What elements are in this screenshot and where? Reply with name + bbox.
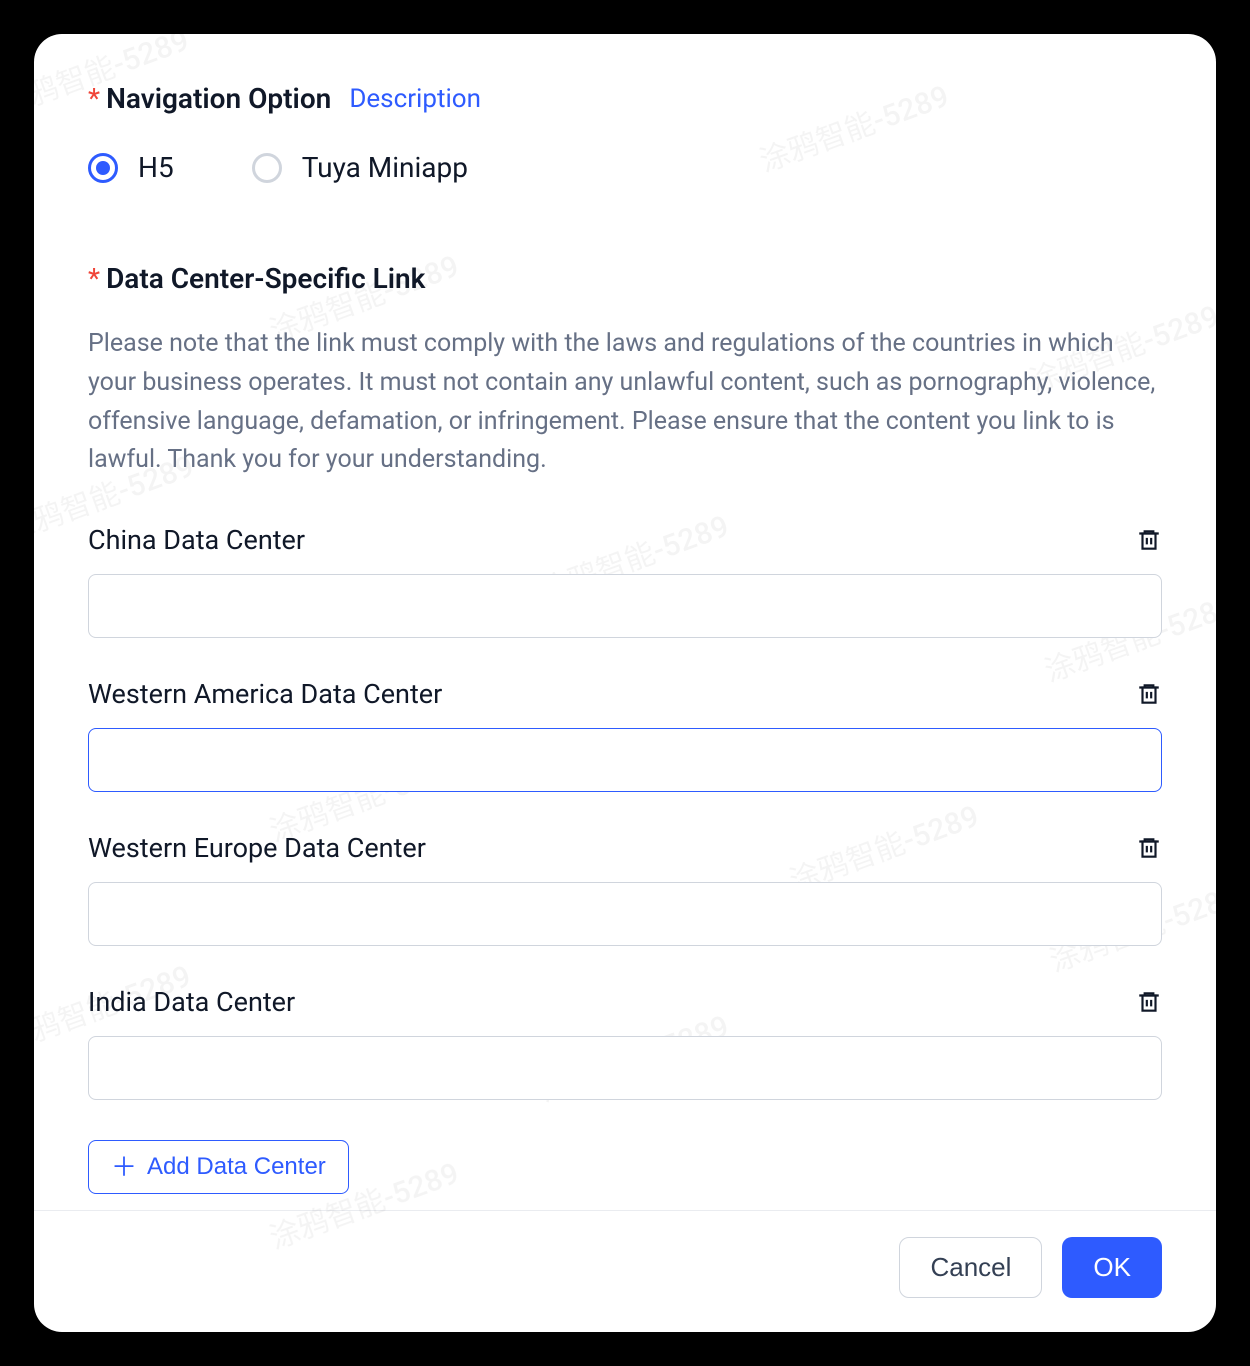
dc-input-india[interactable] xyxy=(88,1036,1162,1100)
description-link[interactable]: Description xyxy=(349,84,481,114)
dc-block-western-europe: Western Europe Data Center xyxy=(88,832,1162,946)
dc-block-china: China Data Center xyxy=(88,524,1162,638)
modal-body: 涂鸦智能-5289 涂鸦智能-5289 涂鸦智能-5289 涂鸦智能-5289 … xyxy=(34,34,1216,1210)
dc-link-label: *Data Center-Specific Link xyxy=(88,262,425,295)
modal-footer: 涂鸦智能-5289 Cancel OK xyxy=(34,1210,1216,1332)
dc-block-western-america: Western America Data Center xyxy=(88,678,1162,792)
radio-tuya-miniapp[interactable]: Tuya Miniapp xyxy=(252,151,468,184)
radio-circle-icon xyxy=(88,153,118,183)
dc-link-header: *Data Center-Specific Link xyxy=(88,262,1162,295)
navigation-option-radio-group: H5 Tuya Miniapp xyxy=(88,151,1162,184)
dc-name: China Data Center xyxy=(88,524,305,556)
add-data-center-label: Add Data Center xyxy=(147,1153,326,1181)
ok-button[interactable]: OK xyxy=(1062,1237,1162,1298)
trash-icon[interactable] xyxy=(1136,989,1162,1015)
required-asterisk: * xyxy=(88,262,100,295)
add-data-center-button[interactable]: ＋ Add Data Center xyxy=(88,1140,349,1194)
navigation-option-label: *Navigation Option xyxy=(88,82,331,115)
dc-input-china[interactable] xyxy=(88,574,1162,638)
trash-icon[interactable] xyxy=(1136,835,1162,861)
dc-block-india: India Data Center xyxy=(88,986,1162,1100)
trash-icon[interactable] xyxy=(1136,527,1162,553)
radio-circle-icon xyxy=(252,153,282,183)
dc-link-notice: Please note that the link must comply wi… xyxy=(88,325,1162,480)
dc-input-western-america[interactable] xyxy=(88,728,1162,792)
radio-label: H5 xyxy=(138,151,174,184)
dc-name: Western Europe Data Center xyxy=(88,832,426,864)
radio-h5[interactable]: H5 xyxy=(88,151,174,184)
required-asterisk: * xyxy=(88,82,100,115)
cancel-button[interactable]: Cancel xyxy=(899,1237,1042,1298)
dc-name: India Data Center xyxy=(88,986,295,1018)
modal-dialog: 涂鸦智能-5289 涂鸦智能-5289 涂鸦智能-5289 涂鸦智能-5289 … xyxy=(34,34,1216,1332)
trash-icon[interactable] xyxy=(1136,681,1162,707)
navigation-option-header: *Navigation Option Description xyxy=(88,82,1162,115)
dc-name: Western America Data Center xyxy=(88,678,442,710)
dc-input-western-europe[interactable] xyxy=(88,882,1162,946)
radio-label: Tuya Miniapp xyxy=(302,151,468,184)
plus-icon: ＋ xyxy=(111,1154,137,1180)
